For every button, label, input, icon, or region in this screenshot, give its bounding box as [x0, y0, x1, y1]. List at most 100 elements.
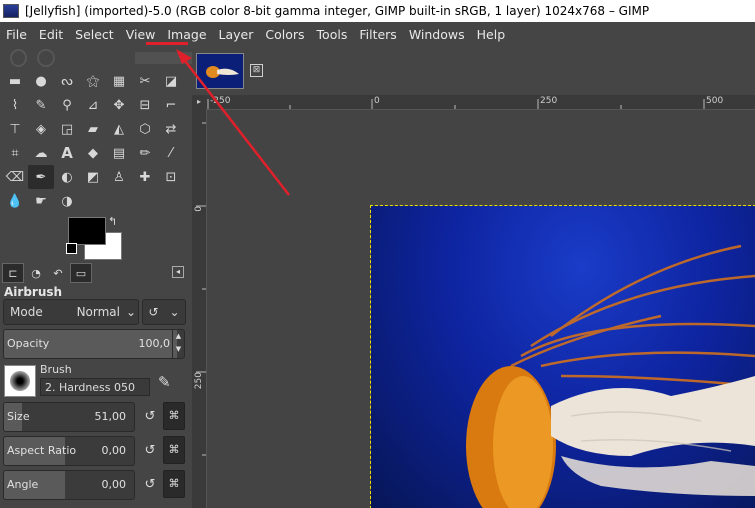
smudge-icon[interactable]: ☛: [28, 189, 54, 213]
text-icon[interactable]: A: [54, 141, 80, 165]
size-slider[interactable]: Size 51,00: [3, 402, 135, 432]
brush-shape-icon: [10, 371, 30, 391]
align-icon[interactable]: ⊟: [132, 93, 158, 117]
opacity-label: Opacity: [7, 337, 50, 350]
move-icon[interactable]: ✥: [106, 93, 132, 117]
mode-value: Normal: [76, 305, 120, 319]
lasso-icon[interactable]: ᔓ: [54, 69, 80, 93]
menu-layer[interactable]: Layer: [213, 22, 260, 47]
crop-icon[interactable]: ⌐: [158, 93, 184, 117]
cage-transform-icon[interactable]: ⌗: [2, 141, 28, 165]
jellyfish-thumb-graphic: [197, 54, 243, 88]
mode-dropdown[interactable]: Mode Normal ⌄: [3, 299, 139, 325]
ruler-corner-toggle[interactable]: ▸: [192, 95, 207, 110]
aspect-ratio-slider[interactable]: Aspect Ratio 0,00: [3, 436, 135, 466]
jellyfish-picture: [466, 244, 755, 508]
zoom-icon[interactable]: ⚲: [54, 93, 80, 117]
dodge-burn-icon[interactable]: ◑: [54, 189, 80, 213]
jellyfish-thumbnail[interactable]: [196, 53, 244, 89]
heal-icon[interactable]: ✚: [132, 165, 158, 189]
menubar: File Edit Select View Image Layer Colors…: [0, 22, 755, 47]
menu-windows[interactable]: Windows: [403, 22, 471, 47]
tool-options-tab-icon[interactable]: ⊏: [2, 263, 24, 283]
tool-grid: ▬ ● ᔓ ⚝ ▦ ✂ ◪ ⌇ ✎ ⚲ ⊿ ✥ ⊟ ⌐ ⊤ ◈ ◲ ▰ ◭ ⬡ …: [2, 69, 192, 213]
unified-transform-icon[interactable]: ⊤: [2, 117, 28, 141]
jellyfish-image-canvas[interactable]: [370, 205, 755, 508]
select-by-color-icon[interactable]: ▦: [106, 69, 132, 93]
paths-icon[interactable]: ⌇: [2, 93, 28, 117]
angle-slider[interactable]: Angle 0,00: [3, 470, 135, 500]
3d-transform-icon[interactable]: ⬡: [132, 117, 158, 141]
perspective-clone-icon[interactable]: ⊡: [158, 165, 184, 189]
window-title: [Jellyfish] (imported)-5.0 (RGB color 8-…: [25, 4, 650, 18]
reset-icon: ↺: [148, 305, 159, 319]
link-size-icon[interactable]: ⌘: [163, 402, 185, 430]
brush-name-field[interactable]: 2. Hardness 050: [40, 378, 150, 396]
rotate-icon[interactable]: ◈: [28, 117, 54, 141]
brush-preview[interactable]: [4, 365, 36, 397]
menu-tools[interactable]: Tools: [311, 22, 354, 47]
opacity-value: 100,0: [138, 337, 171, 350]
menu-filters[interactable]: Filters: [353, 22, 402, 47]
measure-icon[interactable]: ⊿: [80, 93, 106, 117]
toolbox-drop-area: [2, 47, 192, 69]
opacity-spinner[interactable]: ▲ ▼: [172, 330, 184, 358]
edit-brush-icon[interactable]: ✎: [158, 373, 171, 391]
tool-options-dock-tabs: ⊏ ◔ ↶ ▭ ◂: [0, 263, 192, 283]
dock-menu-icon[interactable]: ◂: [172, 266, 184, 278]
angle-value: 0,00: [101, 478, 127, 491]
aspect-ratio-label: Aspect Ratio: [7, 444, 77, 457]
window-titlebar: [Jellyfish] (imported)-5.0 (RGB color 8-…: [0, 0, 755, 22]
ellipse-select-icon[interactable]: ●: [28, 69, 54, 93]
aspect-ratio-value: 0,00: [101, 444, 127, 457]
pencil-icon[interactable]: ✏: [132, 141, 158, 165]
eraser-icon[interactable]: ⌫: [2, 165, 28, 189]
menu-select[interactable]: Select: [69, 22, 120, 47]
default-colors-icon[interactable]: [66, 243, 77, 254]
scale-icon[interactable]: ◲: [54, 117, 80, 141]
ink-icon[interactable]: ◐: [54, 165, 80, 189]
gradient-icon[interactable]: ▤: [106, 141, 132, 165]
clone-icon[interactable]: ♙: [106, 165, 132, 189]
image-tabs: ⊠: [192, 47, 755, 95]
scissors-icon[interactable]: ✂: [132, 69, 158, 93]
foreground-select-icon[interactable]: ◪: [158, 69, 184, 93]
undo-history-tab-icon[interactable]: ↶: [48, 264, 68, 282]
bucket-fill-icon[interactable]: ◆: [80, 141, 106, 165]
opacity-slider[interactable]: Opacity 100,0 ▲ ▼: [3, 329, 185, 359]
menu-help[interactable]: Help: [471, 22, 512, 47]
link-angle-icon[interactable]: ⌘: [163, 470, 185, 498]
vertical-ruler[interactable]: 0 250: [192, 109, 207, 508]
swap-colors-icon[interactable]: ↰: [108, 215, 117, 228]
images-tab-icon[interactable]: ▭: [70, 263, 92, 283]
vruler-ticks: [196, 122, 206, 456]
close-image-tab-icon[interactable]: ⊠: [250, 64, 263, 77]
menu-colors[interactable]: Colors: [259, 22, 310, 47]
reset-angle-icon[interactable]: ↺: [141, 476, 159, 494]
foreground-color-swatch[interactable]: [68, 217, 106, 245]
annotation-underline: [146, 42, 188, 45]
shear-icon[interactable]: ▰: [80, 117, 106, 141]
rect-select-icon[interactable]: ▬: [2, 69, 28, 93]
reset-size-icon[interactable]: ↺: [141, 408, 159, 426]
mypaint-brush-icon[interactable]: ◩: [80, 165, 106, 189]
warp-transform-icon[interactable]: ☁: [28, 141, 54, 165]
mode-label: Mode: [10, 305, 43, 319]
device-status-tab-icon[interactable]: ◔: [26, 264, 46, 282]
mode-reset-dropdown[interactable]: ↺ ⌄: [142, 299, 186, 325]
reset-aspect-ratio-icon[interactable]: ↺: [141, 442, 159, 460]
perspective-icon[interactable]: ◭: [106, 117, 132, 141]
menu-edit[interactable]: Edit: [33, 22, 69, 47]
paintbrush-icon[interactable]: ⁄: [158, 141, 184, 165]
hruler-ticks: [207, 99, 705, 109]
flip-icon[interactable]: ⇄: [158, 117, 184, 141]
color-picker-icon[interactable]: ✎: [28, 93, 54, 117]
airbrush-icon[interactable]: ✒: [28, 165, 54, 189]
horizontal-ruler[interactable]: -250 0 250 500: [206, 95, 755, 110]
link-aspect-ratio-icon[interactable]: ⌘: [163, 436, 185, 464]
fuzzy-select-icon[interactable]: ⚝: [80, 69, 106, 93]
menu-file[interactable]: File: [0, 22, 33, 47]
blur-icon[interactable]: 💧: [2, 189, 28, 213]
gimp-window-icon: [3, 4, 19, 18]
chevron-down-icon: ⌄: [169, 305, 180, 319]
